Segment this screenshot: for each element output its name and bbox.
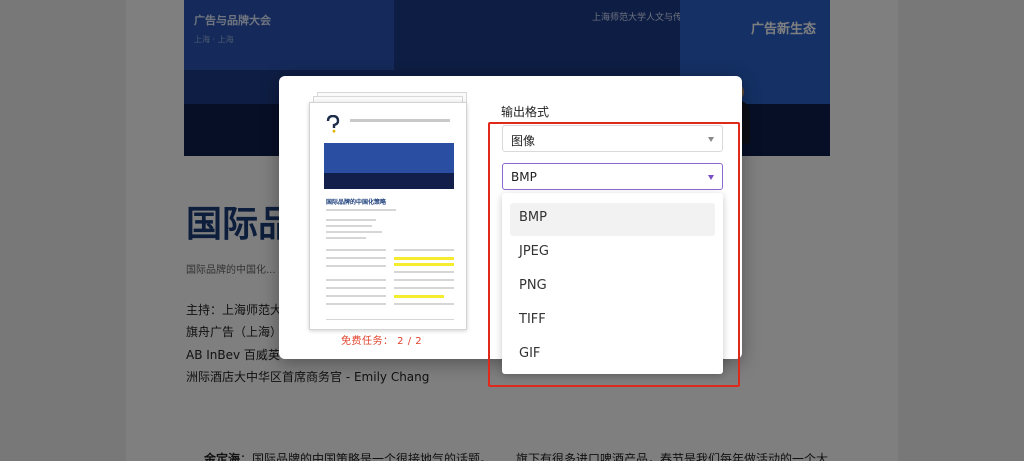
preview-title: 国际品牌的中国化策略: [326, 199, 387, 206]
preview-text-line: [326, 231, 382, 233]
annotation-highlight-box: [488, 122, 740, 387]
preview-text-line: [326, 249, 386, 251]
preview-text-line: [326, 209, 396, 211]
question-logo-icon: [326, 115, 340, 133]
preview-text-line: [394, 279, 454, 281]
free-task-counter: 免费任务： 2 / 2: [341, 336, 423, 347]
preview-text-line: [394, 249, 454, 251]
preview-header-text: [350, 119, 450, 122]
preview-highlight: [394, 295, 444, 298]
preview-text-line: [326, 295, 386, 297]
preview-highlight: [394, 257, 454, 260]
preview-text-line: [326, 257, 386, 259]
preview-hero-stage: [324, 173, 454, 189]
output-format-label: 输出格式: [501, 105, 550, 119]
preview-text-line: [394, 303, 454, 305]
document-preview: 国际品牌的中国化策略: [309, 92, 469, 332]
preview-text-line: [326, 237, 366, 239]
preview-text-line: [326, 265, 386, 267]
preview-highlight: [394, 263, 454, 266]
preview-text-line: [394, 271, 454, 273]
preview-text-line: [326, 303, 386, 305]
preview-text-line: [326, 225, 372, 227]
preview-hero-image: [324, 143, 454, 189]
preview-text-line: [326, 287, 386, 289]
preview-text-line: [394, 287, 454, 289]
preview-text-line: [326, 279, 386, 281]
preview-page: 国际品牌的中国化策略: [309, 102, 467, 330]
preview-text-line: [326, 219, 376, 221]
preview-footer-line: [326, 319, 454, 320]
